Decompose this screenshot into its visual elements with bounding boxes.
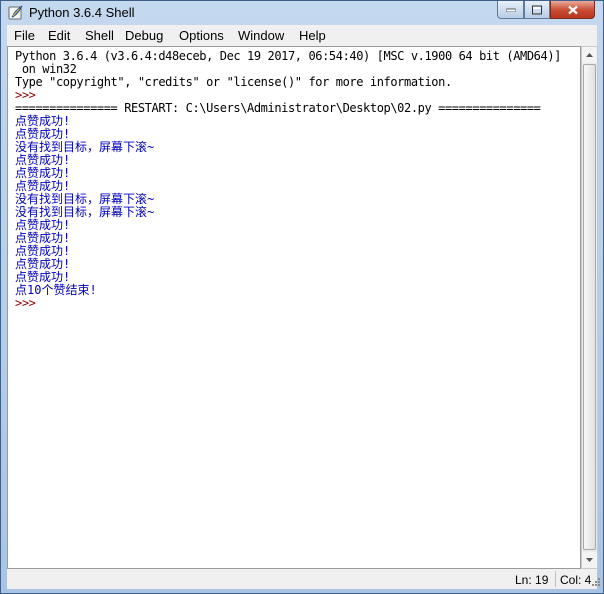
menu-window[interactable]: Window	[238, 28, 284, 43]
scroll-down-button[interactable]	[582, 552, 597, 568]
menu-shell[interactable]: Shell	[85, 28, 114, 43]
restart-banner: =============== RESTART: C:\Users\Admini…	[15, 101, 541, 115]
minimize-button[interactable]	[497, 1, 524, 19]
scroll-up-button[interactable]	[582, 47, 597, 63]
line-number-status: Ln: 19	[515, 573, 549, 587]
menu-debug[interactable]: Debug	[125, 28, 163, 43]
maximize-icon	[532, 5, 542, 14]
arrow-down-icon	[586, 558, 593, 562]
resize-grip-icon[interactable]	[591, 577, 601, 587]
close-button[interactable]	[550, 1, 595, 19]
arrow-up-icon	[586, 53, 593, 57]
shell-line: Type "copyright", "credits" or "license(…	[15, 75, 452, 89]
vertical-scrollbar[interactable]	[581, 46, 598, 569]
maximize-button[interactable]	[524, 1, 550, 19]
menu-options[interactable]: Options	[179, 28, 224, 43]
minimize-icon	[506, 8, 515, 12]
menu-help[interactable]: Help	[299, 28, 326, 43]
menu-bar: File Edit Shell Debug Options Window Hel…	[7, 25, 597, 46]
status-separator	[555, 571, 556, 587]
idle-shell-window: Python 3.6.4 Shell File Edit Shell Debug…	[0, 0, 604, 594]
python-feather-icon	[8, 5, 23, 20]
menu-edit[interactable]: Edit	[48, 28, 70, 43]
shell-text-area[interactable]: Python 3.6.4 (v3.6.4:d48eceb, Dec 19 201…	[7, 46, 581, 569]
status-bar: Ln: 19 Col: 4	[7, 569, 600, 589]
window-title: Python 3.6.4 Shell	[29, 5, 135, 20]
title-bar[interactable]: Python 3.6.4 Shell	[1, 1, 603, 25]
close-icon	[567, 5, 578, 14]
shell-prompt: >>>	[15, 296, 43, 310]
column-number-status: Col: 4	[560, 573, 592, 587]
menu-file[interactable]: File	[14, 28, 35, 43]
scrollbar-thumb[interactable]	[583, 64, 596, 550]
shell-line: Python 3.6.4 (v3.6.4:d48eceb, Dec 19 201…	[15, 49, 561, 63]
